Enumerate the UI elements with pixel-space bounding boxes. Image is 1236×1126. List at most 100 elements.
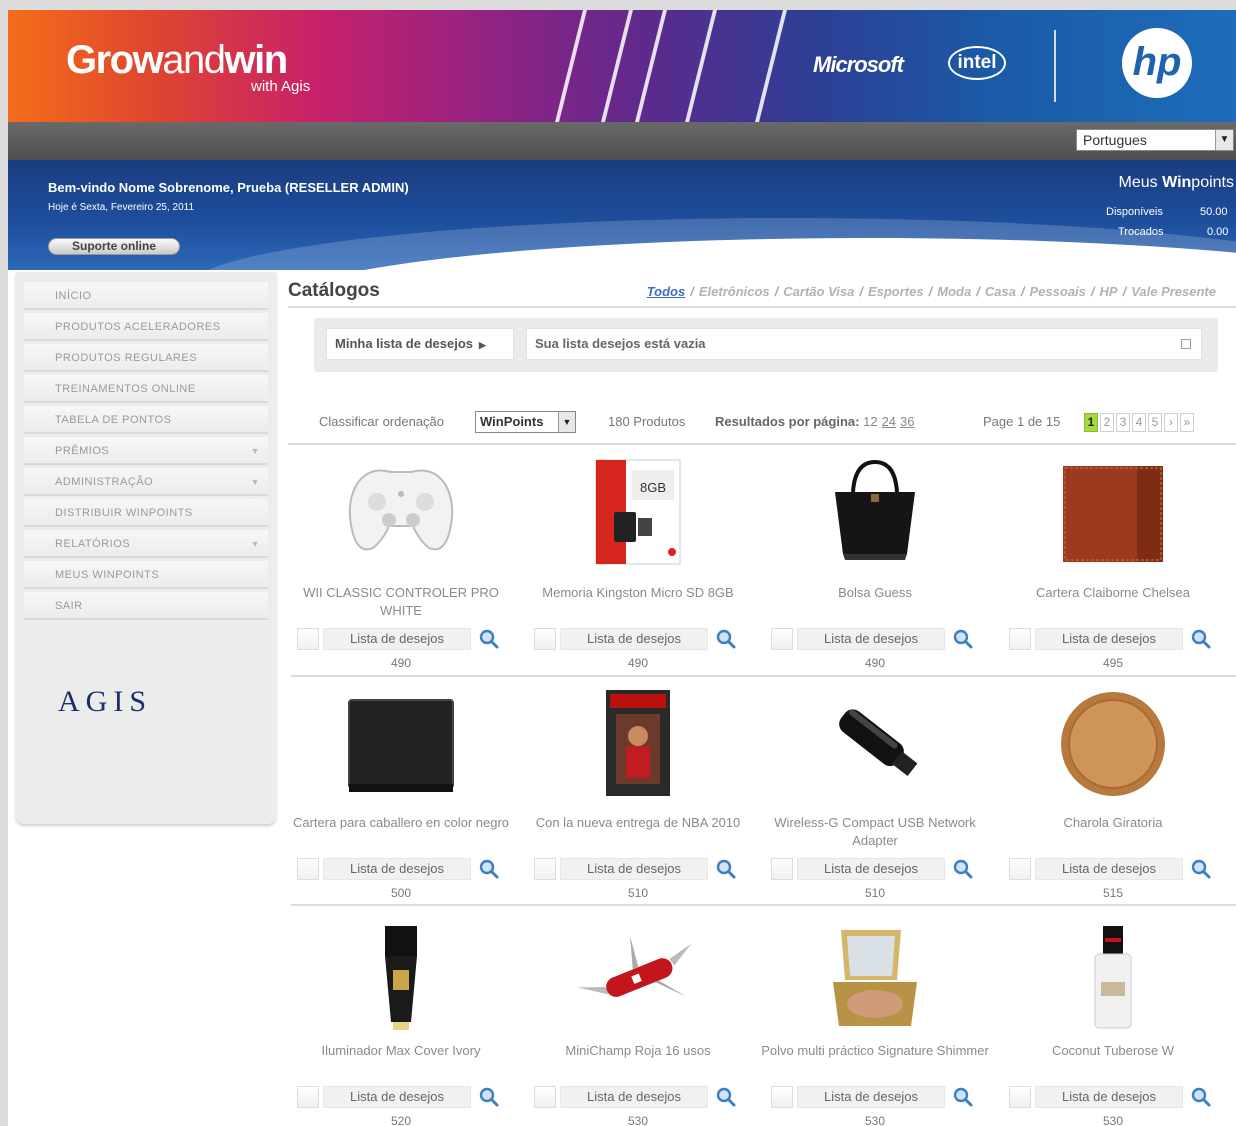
wishlist-checkbox[interactable] (1009, 628, 1031, 650)
zoom-icon[interactable] (951, 628, 975, 650)
wishlist-checkbox[interactable] (1009, 858, 1031, 880)
sidebar-item-treinamentos-online[interactable]: TREINAMENTOS ONLINE (24, 375, 268, 403)
support-online-button[interactable]: Suporte online (48, 238, 180, 255)
zoom-icon[interactable] (714, 628, 738, 650)
product-name[interactable]: WII CLASSIC CONTROLER PRO WHITE (283, 584, 519, 620)
wishlist-add-button[interactable]: Lista de desejos (323, 1086, 471, 1108)
minimize-icon[interactable] (1181, 339, 1191, 349)
wishlist-checkbox[interactable] (297, 1086, 319, 1108)
page-button-2[interactable]: 2 (1100, 413, 1114, 432)
category-vale-presente[interactable]: Vale Presente (1131, 284, 1216, 299)
product-name[interactable]: Coconut Tuberose W (995, 1042, 1231, 1060)
category-cartao-visa[interactable]: Cartão Visa (783, 284, 854, 299)
category-esportes[interactable]: Esportes (868, 284, 924, 299)
wishlist-checkbox[interactable] (1009, 1086, 1031, 1108)
chevron-down-icon[interactable]: ▼ (558, 412, 575, 432)
product-name[interactable]: MiniChamp Roja 16 usos (520, 1042, 756, 1060)
product-name[interactable]: Polvo multi práctico Signature Shimmer (757, 1042, 993, 1060)
language-select[interactable]: Portugues ▼ (1076, 129, 1234, 151)
sidebar-item-administracao[interactable]: ADMINISTRAÇÃO ▼ (24, 468, 268, 496)
wishlist-add-button[interactable]: Lista de desejos (1035, 858, 1183, 880)
wishlist-add-button[interactable]: Lista de desejos (560, 1086, 708, 1108)
sidebar-item-meus-winpoints[interactable]: MEUS WINPOINTS (24, 561, 268, 589)
page-button-5[interactable]: 5 (1148, 413, 1162, 432)
wishlist-add-button[interactable]: Lista de desejos (1035, 628, 1183, 650)
zoom-icon[interactable] (1189, 628, 1213, 650)
sidebar-item-distribuir-winpoints[interactable]: DISTRIBUIR WINPOINTS (24, 499, 268, 527)
wishlist-add-button[interactable]: Lista de desejos (797, 858, 945, 880)
wishlist-add-button[interactable]: Lista de desejos (1035, 1086, 1183, 1108)
per-page-option-36[interactable]: 36 (900, 414, 914, 429)
per-page-option-24[interactable]: 24 (882, 414, 896, 429)
product-image[interactable] (339, 688, 463, 798)
wishlist-add-button[interactable]: Lista de desejos (797, 1086, 945, 1108)
zoom-icon[interactable] (1189, 858, 1213, 880)
product-name[interactable]: Memoria Kingston Micro SD 8GB (520, 584, 756, 602)
zoom-icon[interactable] (714, 1086, 738, 1108)
product-name[interactable]: Iluminador Max Cover Ivory (283, 1042, 519, 1060)
zoom-icon[interactable] (477, 858, 501, 880)
zoom-icon[interactable] (477, 1086, 501, 1108)
product-image[interactable] (813, 922, 937, 1032)
product-image[interactable] (813, 688, 937, 798)
product-image[interactable] (339, 922, 463, 1032)
wishlist-control: Lista de desejos (297, 1086, 505, 1108)
zoom-icon[interactable] (714, 858, 738, 880)
category-todos[interactable]: Todos (647, 284, 686, 299)
product-name[interactable]: Charola Giratoria (995, 814, 1231, 832)
page-button-4[interactable]: 4 (1132, 413, 1146, 432)
product-name[interactable]: Con la nueva entrega de NBA 2010 (520, 814, 756, 832)
sidebar-item-sair[interactable]: SAIR (24, 592, 268, 620)
category-moda[interactable]: Moda (937, 284, 971, 299)
product-image[interactable] (1051, 456, 1175, 566)
zoom-icon[interactable] (1189, 1086, 1213, 1108)
sidebar-item-produtos-aceleradores[interactable]: PRODUTOS ACELERADORES (24, 313, 268, 341)
product-image[interactable] (1051, 922, 1175, 1032)
page-button-1[interactable]: 1 (1084, 413, 1098, 432)
sidebar-item-premios[interactable]: PRÊMIOS ▼ (24, 437, 268, 465)
product-name[interactable]: Cartera para caballero en color negro (283, 814, 519, 832)
wishlist-checkbox[interactable] (771, 858, 793, 880)
wishlist-checkbox[interactable] (297, 858, 319, 880)
wishlist-add-button[interactable]: Lista de desejos (560, 858, 708, 880)
product-name[interactable]: Cartera Claiborne Chelsea (995, 584, 1231, 602)
per-page-option-12[interactable]: 12 (863, 414, 877, 429)
wishlist-add-button[interactable]: Lista de desejos (323, 858, 471, 880)
wishlist-checkbox[interactable] (297, 628, 319, 650)
wishlist-checkbox[interactable] (771, 628, 793, 650)
sidebar-item-produtos-regulares[interactable]: PRODUTOS REGULARES (24, 344, 268, 372)
page-button-3[interactable]: 3 (1116, 413, 1130, 432)
product-image[interactable]: 8GB (576, 456, 700, 566)
wishlist-checkbox[interactable] (534, 1086, 556, 1108)
page-button-last[interactable]: » (1180, 413, 1194, 432)
sidebar-item-inicio[interactable]: INÍCIO (24, 282, 268, 310)
category-eletronicos[interactable]: Eletrônicos (699, 284, 770, 299)
sidebar-item-relatorios[interactable]: RELATÓRIOS ▼ (24, 530, 268, 558)
category-hp[interactable]: HP (1100, 284, 1118, 299)
wishlist-checkbox[interactable] (534, 858, 556, 880)
wishlist-checkbox[interactable] (534, 628, 556, 650)
wishlist-checkbox[interactable] (771, 1086, 793, 1108)
product-name[interactable]: Wireless-G Compact USB Network Adapter (757, 814, 993, 850)
product-image[interactable] (1051, 688, 1175, 798)
product-image[interactable] (339, 456, 463, 566)
chevron-down-icon[interactable]: ▼ (1215, 130, 1233, 150)
wishlist-control: Lista de desejos (771, 858, 979, 880)
wishlist-add-button[interactable]: Lista de desejos (323, 628, 471, 650)
my-wishlist-button[interactable]: Minha lista de desejos ▶ (326, 328, 514, 360)
zoom-icon[interactable] (477, 628, 501, 650)
product-image[interactable] (576, 922, 700, 1032)
page-button-next[interactable]: › (1164, 413, 1178, 432)
sort-select[interactable]: WinPoints ▼ (475, 411, 576, 433)
category-casa[interactable]: Casa (985, 284, 1016, 299)
category-pessoais[interactable]: Pessoais (1030, 284, 1086, 299)
sidebar-item-tabela-de-pontos[interactable]: TABELA DE PONTOS (24, 406, 268, 434)
product-image[interactable] (576, 688, 700, 798)
growandwin-logo[interactable]: Growandwin (66, 38, 288, 83)
zoom-icon[interactable] (951, 858, 975, 880)
zoom-icon[interactable] (951, 1086, 975, 1108)
product-name[interactable]: Bolsa Guess (757, 584, 993, 602)
wishlist-add-button[interactable]: Lista de desejos (560, 628, 708, 650)
wishlist-add-button[interactable]: Lista de desejos (797, 628, 945, 650)
product-image[interactable] (813, 456, 937, 566)
